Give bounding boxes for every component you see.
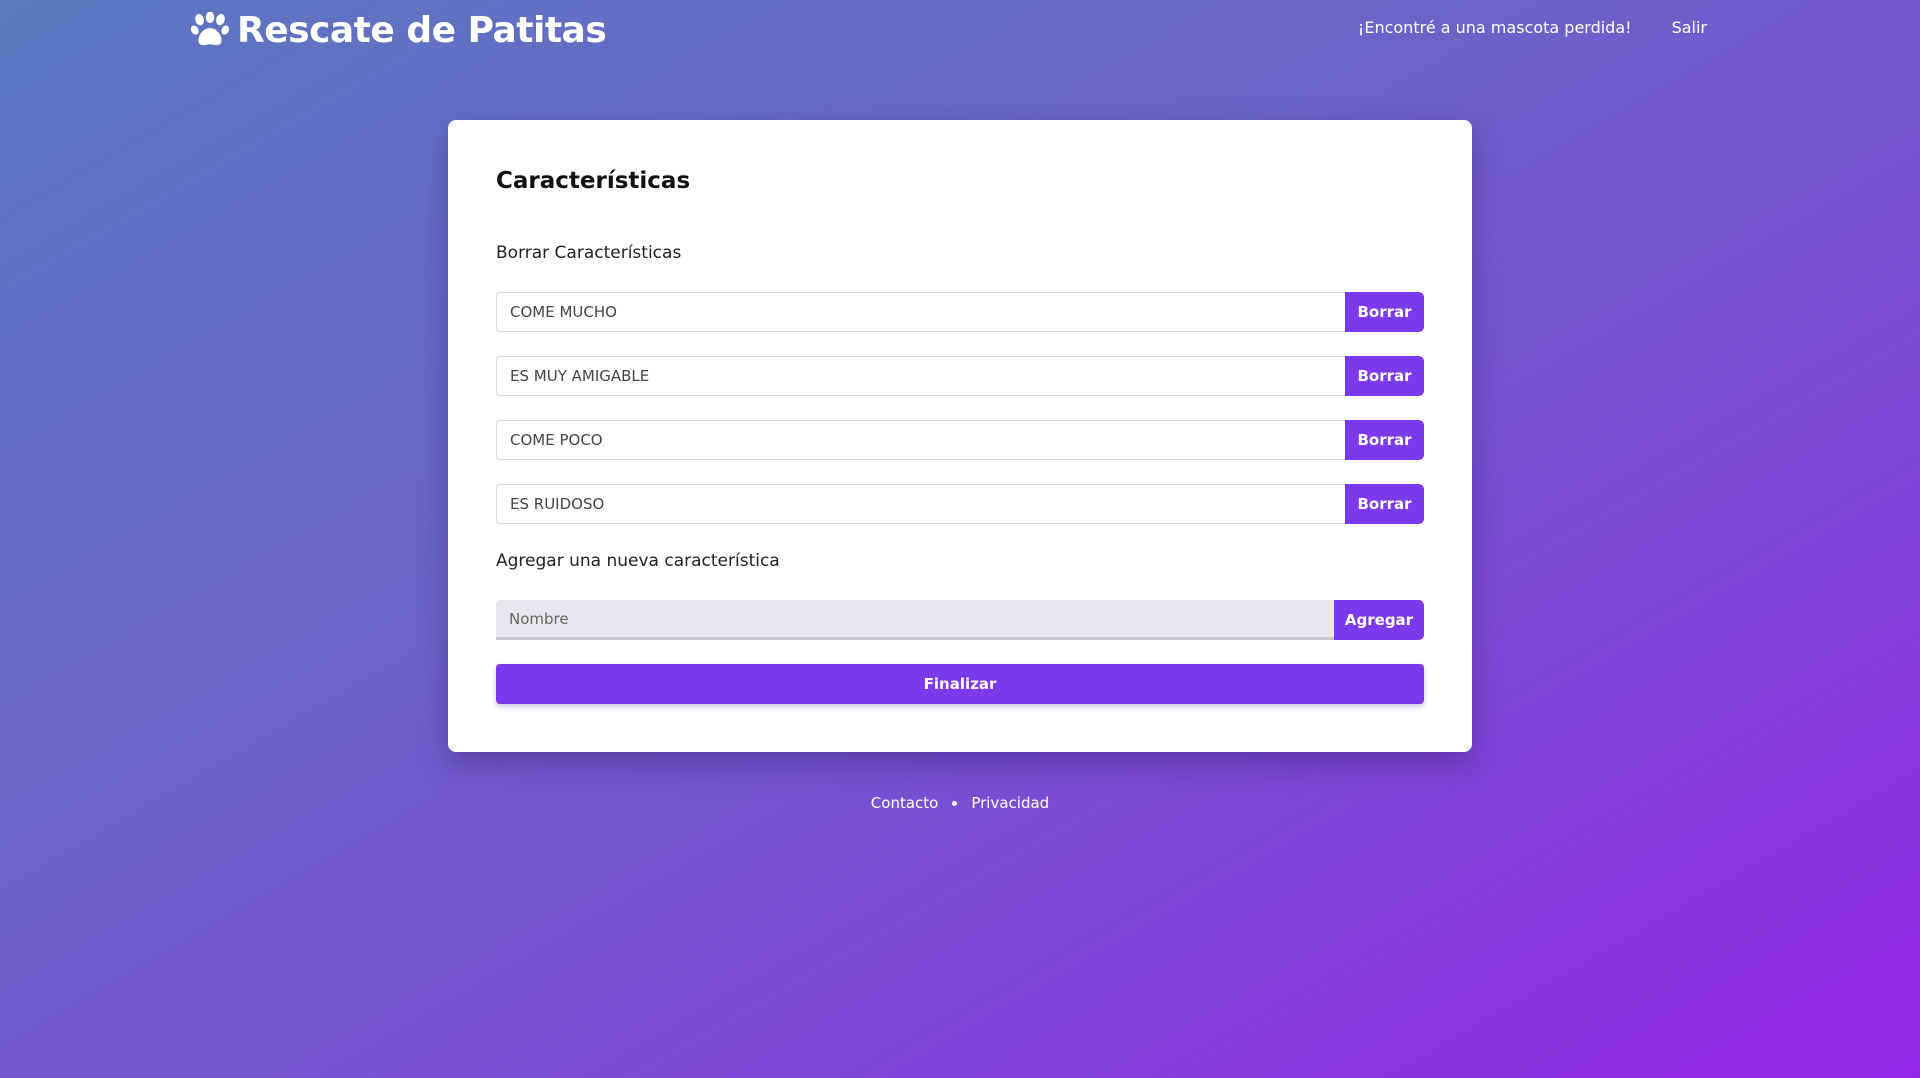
add-section-label: Agregar una nueva característica [496,551,780,571]
new-characteristic-input[interactable] [496,600,1334,640]
delete-button[interactable]: Borrar [1345,420,1424,460]
page-title: Características [496,168,691,194]
delete-button[interactable]: Borrar [1345,292,1424,332]
nav-link-found-pet[interactable]: ¡Encontré a una mascota perdida! [1358,18,1632,37]
characteristic-field[interactable] [496,420,1345,460]
characteristic-field[interactable] [496,484,1345,524]
characteristic-row: Borrar [496,420,1424,460]
characteristic-field[interactable] [496,356,1345,396]
characteristic-row: Borrar [496,356,1424,396]
characteristic-row: Borrar [496,484,1424,524]
top-navbar: Rescate de Patitas ¡Encontré a una masco… [0,0,1920,66]
nav-link-logout[interactable]: Salir [1672,18,1707,37]
footer-separator-dot [952,800,958,806]
add-button[interactable]: Agregar [1334,600,1424,640]
delete-button[interactable]: Borrar [1345,484,1424,524]
nav-links: ¡Encontré a una mascota perdida! Salir [1358,18,1707,37]
characteristics-card: Características Borrar Características B… [448,120,1472,752]
characteristic-field[interactable] [496,292,1345,332]
delete-section-label: Borrar Características [496,243,682,263]
footer-link-contact[interactable]: Contacto [871,794,939,812]
brand-name: Rescate de Patitas [237,10,607,51]
footer: Contacto Privacidad [0,794,1920,812]
footer-link-privacy[interactable]: Privacidad [971,794,1049,812]
finish-button[interactable]: Finalizar [496,664,1424,704]
brand-link[interactable]: Rescate de Patitas [191,10,607,51]
new-characteristic-row: Agregar [496,600,1424,640]
paw-icon [191,11,229,45]
delete-button[interactable]: Borrar [1345,356,1424,396]
characteristic-row: Borrar [496,292,1424,332]
